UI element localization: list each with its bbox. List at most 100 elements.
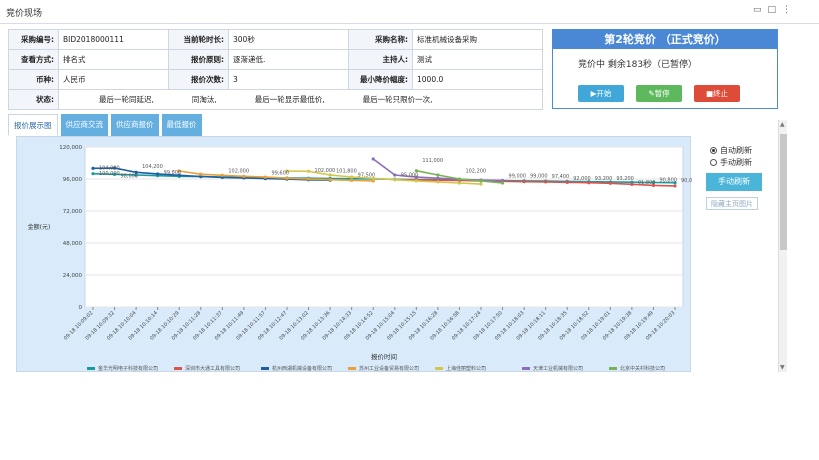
hide-chart-button[interactable]: 隐藏主页图片 [706,197,758,210]
info-label: 采购编号: [8,29,59,50]
bid-chart-panel: 0 24,000 48,000 72,000 96,000 120,000 09-18 10… [16,136,699,372]
restore-icon[interactable]: □ [767,5,776,15]
radio-selected-icon [710,146,717,154]
info-value: 人民币 [58,69,169,90]
data-label: 102,000 [315,168,336,174]
info-value: 标准机械设备采购 [412,29,543,50]
data-point [436,176,440,180]
window-title: 竞价现场 [6,9,43,19]
minimize-icon[interactable]: ▭ [753,5,762,15]
window-controls: ▭ □ ⋮ [753,5,791,15]
tab-bar: 报价展示图 供应商交流 供应商报价 最低报价 [8,114,202,136]
data-label: 90,000 [681,178,692,184]
info-label: 查看方式: [8,49,59,70]
y-tick-label: 120,000 [59,145,82,151]
info-label: 报价次数: [168,69,229,90]
data-point [457,181,462,185]
data-point [436,173,440,177]
legend-entry: 上海佳丽塑料公司 [446,365,486,372]
data-label: 95,000 [401,172,419,178]
scroll-thumb[interactable] [780,134,787,250]
bid-info-table: 采购编号: BID2018000111 当前轮时长: 300秒 采购名称: 标准… [8,29,543,110]
info-value: 300秒 [228,29,349,50]
data-point [156,172,160,176]
scroll-up-icon[interactable]: ▲ [780,121,785,128]
info-label: 主持人: [348,49,413,70]
data-label: 92,000 [573,176,591,182]
data-label: 111,000 [422,158,443,164]
data-label: 104,200 [142,164,163,170]
y-tick-label: 96,000 [63,177,83,183]
legend-swatch [348,367,356,370]
y-tick-label: 24,000 [63,273,83,279]
auto-refresh-radio[interactable]: 自动刷新 [710,144,776,156]
status-rules: 最后一轮同延迟, 同淘汰, 最后一轮显示最低价, 最后一轮只限价一次, [58,89,543,110]
data-point [242,174,246,178]
info-label: 采购名称: [348,29,413,50]
info-value: BID2018000111 [58,29,169,50]
legend-entry: 金华光明电子科技有限公司 [98,365,158,372]
info-value: 3 [228,69,349,90]
data-label: 91,800 [638,180,656,186]
data-point [350,178,354,182]
data-point [500,181,505,185]
x-axis-label: 报价时间 [371,352,397,361]
data-label: 99,800 [164,170,182,176]
info-value: 逐渐递低. [228,49,349,70]
legend-entry: 深圳市大通工具有限公司 [185,365,240,372]
pause-button[interactable]: ✎暂停 [636,85,682,102]
scroll-down-icon[interactable]: ▼ [780,364,785,371]
stop-button[interactable]: ■终止 [694,85,740,102]
data-point [91,172,95,176]
data-point [328,178,332,182]
legend-entry: 北京中关村科技公司 [620,365,665,372]
data-label: 102,000 [228,168,249,174]
legend-entry: 天津工业机械有限公司 [533,365,583,372]
data-label: 98,000 [121,173,139,179]
data-point [350,175,354,179]
tab-bid-chart[interactable]: 报价展示图 [8,114,58,136]
data-point [91,166,95,170]
data-point [608,181,612,185]
more-icon[interactable]: ⋮ [782,5,791,15]
info-value: 测试 [412,49,543,70]
data-point [479,179,483,183]
legend-swatch [87,367,95,370]
data-point [457,177,462,181]
data-point [436,180,440,184]
data-label: 99,000 [509,173,527,179]
radio-unselected-icon [710,158,717,166]
data-label: 102,200 [465,168,486,174]
start-button[interactable]: ▶开始 [578,85,624,102]
legend-swatch [261,367,269,370]
manual-refresh-radio[interactable]: 手动刷新 [710,156,776,168]
legend-swatch [435,367,443,370]
y-axis-label: 金额(元) [28,223,51,231]
bid-round-header: 第2轮竞价 （正式竞价） [553,30,777,49]
info-label: 币种: [8,69,59,90]
bid-round-panel: 第2轮竞价 （正式竞价） 竞价中 剩余183秒（已暂停） ▶开始 ✎暂停 ■终止 [552,29,778,109]
data-label: 90,800 [659,177,677,183]
data-label: 101,800 [336,169,357,175]
data-point [199,172,203,176]
data-label: 99,600 [271,171,289,177]
data-label: 93,200 [595,176,613,182]
tab-supplier-bids[interactable]: 供应商报价 [111,114,159,136]
manual-refresh-button[interactable]: 手动刷新 [706,173,762,191]
status-rule: 最后一轮同延迟, [99,95,154,104]
legend-entry: 杭州西湖机械设备有限公司 [272,365,332,372]
refresh-panel: 自动刷新 手动刷新 手动刷新 隐藏主页图片 [700,144,776,210]
data-label: 100,000 [99,171,120,177]
data-point [522,180,526,184]
data-point [673,184,677,188]
data-point [263,175,268,179]
vertical-scrollbar[interactable]: ▲ ▼ [778,120,787,372]
data-point [306,177,311,181]
tab-lowest-bid[interactable]: 最低报价 [161,114,202,136]
tab-supplier-chat[interactable]: 供应商交流 [60,114,108,136]
data-point [220,173,224,177]
info-label: 报价原则: [168,49,229,70]
data-point [393,173,397,177]
info-value: 1000.0 [412,69,543,90]
data-point [393,178,397,182]
